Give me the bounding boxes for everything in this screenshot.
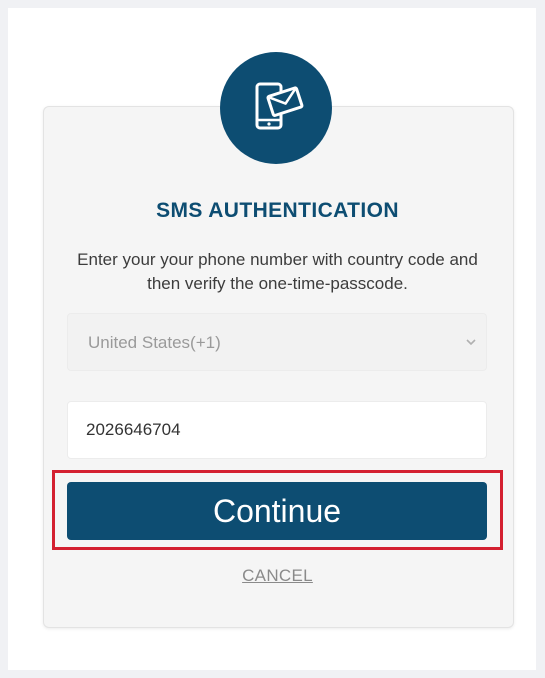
instructions-text: Enter your your phone number with countr… [77,250,478,293]
phone-number-input[interactable] [67,401,487,459]
cancel-link[interactable]: CANCEL [43,566,512,586]
chevron-down-icon [466,339,476,346]
page-title: SMS AUTHENTICATION [156,199,399,222]
country-code-value: United States(+1) [88,333,221,352]
country-code-select[interactable]: United States(+1) [67,313,487,371]
header-badge [220,52,332,164]
phone-message-icon [255,82,304,130]
continue-button[interactable]: Continue [67,482,487,540]
